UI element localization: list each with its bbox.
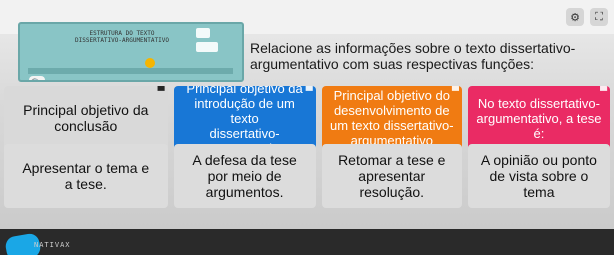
answer-text: A defesa da tese por meio de argumentos. <box>192 152 297 200</box>
image-thumbnail[interactable]: ESTRUTURA DO TEXTO DISSERTATIVO-ARGUMENT… <box>18 22 244 82</box>
thumbnail-decoration <box>196 28 210 38</box>
item-card-text: Principal objetivo da introdução de um t… <box>186 86 303 150</box>
fullscreen-icon[interactable]: ⛶ <box>590 8 608 26</box>
answer-text: Retomar a tese e apresentar resolução. <box>338 152 446 200</box>
answers-row: Apresentar o tema e a tese. A defesa da … <box>0 144 614 208</box>
top-icons: ⚙ ⛶ <box>566 8 608 26</box>
answer-card[interactable]: A opinião ou ponto de vista sobre o tema <box>467 144 610 208</box>
bottom-strip <box>0 229 614 255</box>
answer-card[interactable]: Apresentar o tema e a tese. <box>4 144 168 208</box>
drag-handle-icon[interactable]: ▀ <box>600 88 607 97</box>
matching-items-row: ▀ Principal objetivo da conclusão ▀ Prin… <box>0 86 614 150</box>
answer-text: A opinião ou ponto de vista sobre o tema <box>480 152 597 200</box>
thumbnail-bar <box>28 68 233 74</box>
item-card-text: Principal objetivo do desenvolvimento de… <box>329 88 454 148</box>
thumbnail-title: ESTRUTURA DO TEXTO DISSERTATIVO-ARGUMENT… <box>75 30 169 44</box>
question-prompt: Relacione as informações sobre o texto d… <box>250 40 576 72</box>
item-card-conclusion[interactable]: ▀ Principal objetivo da conclusão <box>4 86 168 150</box>
item-card-text: Principal objetivo da conclusão <box>23 102 149 134</box>
drag-handle-icon[interactable]: ▀ <box>306 88 313 97</box>
answer-text: Apresentar o tema e a tese. <box>22 160 150 192</box>
item-card-thesis[interactable]: ▀ No texto dissertativo- argumentativo, … <box>467 86 610 150</box>
item-card-development[interactable]: ▀ Principal objetivo do desenvolvimento … <box>321 86 462 150</box>
zoom-search-icon[interactable]: 🔍 <box>29 76 45 80</box>
drag-handle-icon[interactable]: ▀ <box>452 88 459 97</box>
answer-card[interactable]: A defesa da tese por meio de argumentos. <box>173 144 316 208</box>
bottom-label: NATIVAX <box>34 241 71 249</box>
thumbnail-dot <box>145 58 155 68</box>
settings-icon[interactable]: ⚙ <box>566 8 584 26</box>
item-card-text: No texto dissertativo- argumentativo, a … <box>476 95 602 141</box>
item-card-introduction[interactable]: ▀ Principal objetivo da introdução de um… <box>173 86 316 150</box>
drag-handle-icon[interactable]: ▀ <box>158 88 165 97</box>
answer-card[interactable]: Retomar a tese e apresentar resolução. <box>321 144 462 208</box>
thumbnail-decoration <box>196 42 218 52</box>
